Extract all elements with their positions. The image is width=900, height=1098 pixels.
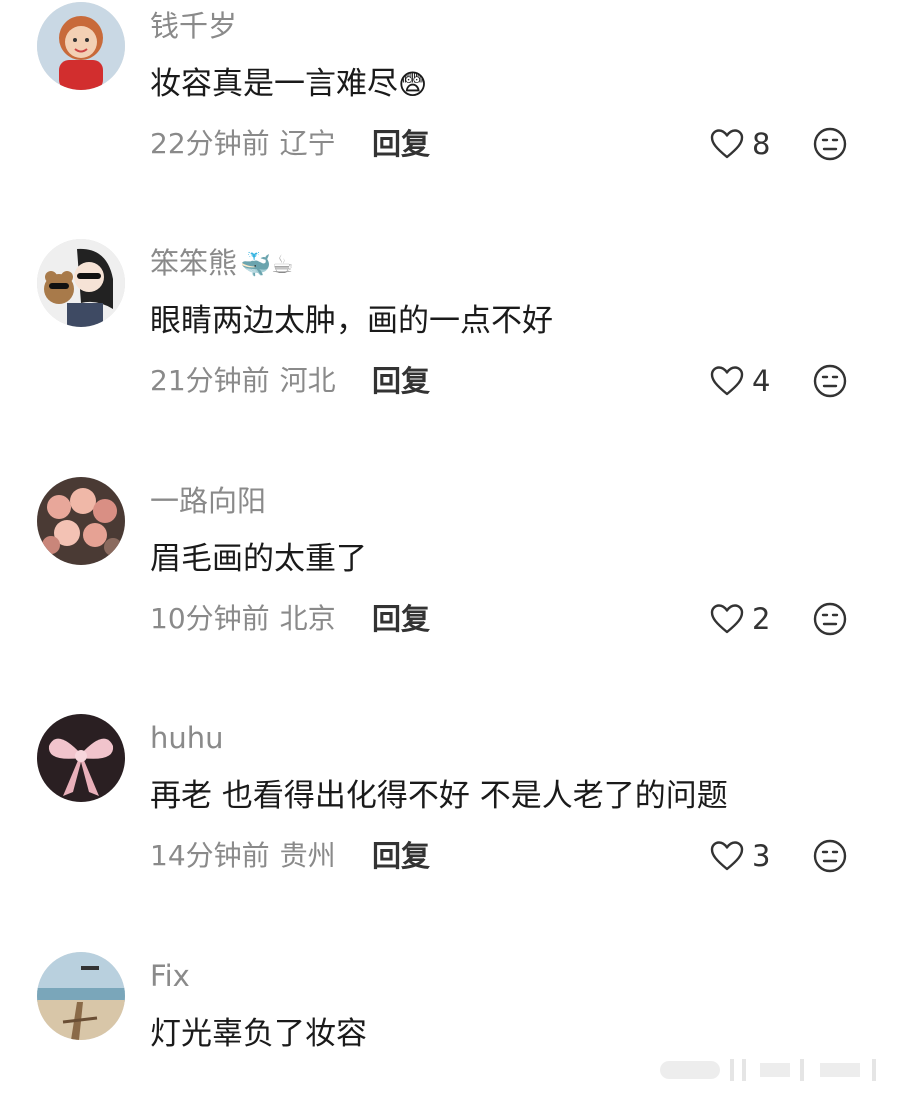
avatar[interactable] (37, 239, 125, 327)
meh-face-icon (813, 602, 847, 636)
dislike-button[interactable] (812, 838, 848, 874)
watermark-logo (660, 1059, 876, 1081)
like-button[interactable]: 3 (710, 838, 770, 874)
comment-text: 再老 也看得出化得不好 不是人老了的问题 (150, 778, 728, 814)
comment-text: 眼睛两边太肿，画的一点不好 (150, 303, 553, 339)
like-button[interactable]: 8 (710, 126, 770, 162)
username[interactable]: 钱千岁 (150, 8, 237, 44)
username[interactable]: 一路向阳 (150, 483, 266, 519)
heart-icon (710, 129, 744, 159)
meh-face-icon (813, 839, 847, 873)
fearful-face-emoji-icon: 😨 (398, 68, 428, 101)
like-count: 3 (752, 839, 771, 873)
comment-item: 笨笨熊 🐳☕ 眼睛两边太肿，画的一点不好 21分钟前 河北 回复 4 (0, 237, 900, 474)
reply-button[interactable]: 回复 (372, 601, 430, 637)
reply-button[interactable]: 回复 (372, 363, 430, 399)
heart-icon (710, 841, 744, 871)
comment-meta: 10分钟前 北京 (150, 601, 336, 637)
comment-meta: 14分钟前 贵州 (150, 838, 336, 874)
like-count: 2 (752, 602, 771, 636)
timestamp: 21分钟前 (150, 364, 270, 397)
avatar[interactable] (37, 2, 125, 90)
comment-meta: 22分钟前 辽宁 (150, 126, 336, 162)
comment-item: 钱千岁 妆容真是一言难尽😨 22分钟前 辽宁 回复 8 (0, 0, 900, 237)
avatar[interactable] (37, 714, 125, 802)
timestamp: 22分钟前 (150, 127, 270, 160)
timestamp: 14分钟前 (150, 839, 270, 872)
comment-meta: 21分钟前 河北 (150, 363, 336, 399)
comment-text: 妆容真是一言难尽😨 (150, 66, 428, 102)
meh-face-icon (813, 127, 847, 161)
location: 河北 (279, 364, 336, 397)
dislike-button[interactable] (812, 601, 848, 637)
comment-item: 一路向阳 眉毛画的太重了 10分钟前 北京 回复 2 (0, 475, 900, 712)
avatar[interactable] (37, 952, 125, 1040)
comment-text: 眉毛画的太重了 (150, 541, 367, 577)
username[interactable]: Fix (150, 958, 190, 994)
comment-text: 灯光辜负了妆容 (150, 1016, 367, 1052)
reply-button[interactable]: 回复 (372, 838, 430, 874)
timestamp: 10分钟前 (150, 602, 270, 635)
like-button[interactable]: 2 (710, 601, 770, 637)
whale-coffee-emoji-icon: 🐳☕ (240, 250, 294, 279)
username[interactable]: 笨笨熊 🐳☕ (150, 245, 294, 283)
comment-item: huhu 再老 也看得出化得不好 不是人老了的问题 14分钟前 贵州 回复 3 (0, 712, 900, 949)
dislike-button[interactable] (812, 363, 848, 399)
meh-face-icon (813, 364, 847, 398)
location: 辽宁 (279, 127, 336, 160)
location: 贵州 (279, 839, 336, 872)
location: 北京 (279, 602, 336, 635)
username[interactable]: huhu (150, 720, 224, 756)
dislike-button[interactable] (812, 126, 848, 162)
like-count: 8 (752, 127, 771, 161)
heart-icon (710, 604, 744, 634)
heart-icon (710, 366, 744, 396)
reply-button[interactable]: 回复 (372, 126, 430, 162)
avatar[interactable] (37, 477, 125, 565)
like-count: 4 (752, 364, 771, 398)
like-button[interactable]: 4 (710, 363, 770, 399)
